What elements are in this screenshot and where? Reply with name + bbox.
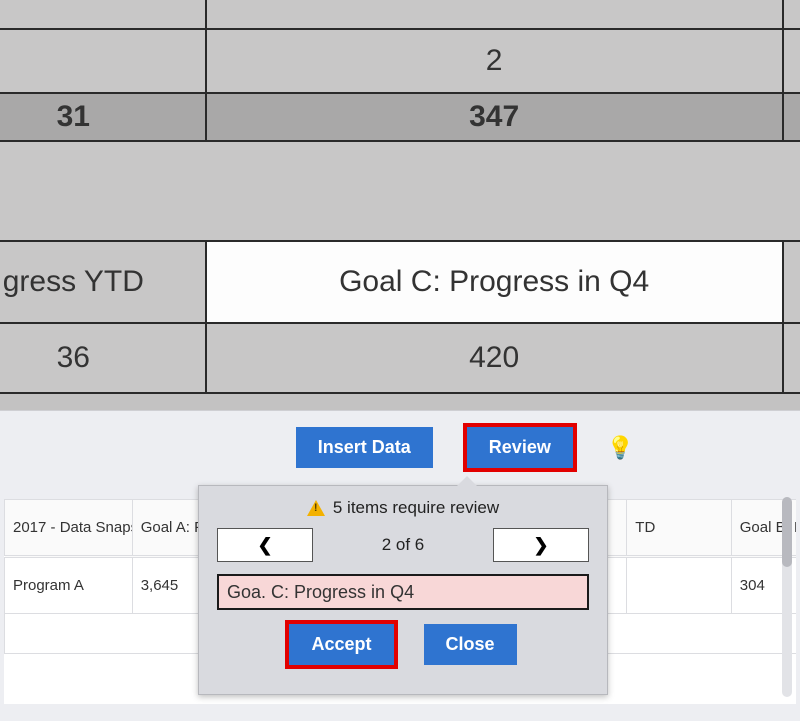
preview-header-c3: TD — [627, 500, 731, 556]
cell-data-c2: 420 — [206, 323, 783, 393]
review-warning-text: 5 items require review — [333, 498, 499, 518]
cell-r1c1 — [0, 0, 206, 29]
cell-data-c1: 36 — [0, 323, 206, 393]
insert-data-button[interactable]: Insert Data — [296, 427, 433, 468]
panel-toolbar: Insert Data Review 💡 — [0, 411, 800, 468]
scrollbar-thumb[interactable] — [782, 497, 792, 567]
insert-data-panel: Insert Data Review 💡 2017 - Data Snapsho… — [0, 410, 800, 721]
lightbulb-icon[interactable]: 💡 — [607, 435, 634, 461]
cell-r2c1 — [0, 29, 206, 93]
cell-sum-c3: 4,57 — [783, 93, 800, 141]
cell-hdr-c1: gress YTD — [0, 241, 206, 323]
cell-r1c3 — [783, 0, 800, 29]
cell-r1c2 — [206, 0, 783, 29]
cell-r2c2: 2 — [206, 29, 783, 93]
review-button[interactable]: Review — [467, 427, 573, 468]
next-item-button[interactable]: ❯ — [493, 528, 589, 562]
cell-sum-c1: 31 — [0, 93, 206, 141]
cell-data-c3: 3,1 — [783, 323, 800, 393]
zoomed-sheet-background: 2 36 31 347 4,57 gress YTD Goal C: Progr… — [0, 0, 800, 410]
review-counter: 2 of 6 — [382, 535, 425, 555]
cell-sum-c2: 347 — [206, 93, 783, 141]
review-popup: 5 items require review ❮ 2 of 6 ❯ Accept… — [198, 485, 608, 695]
cell-hdr-c3: Goal C — [783, 241, 800, 323]
preview-r1c3 — [627, 558, 731, 614]
preview-header-c0: 2017 - Data Snapshot — [5, 500, 133, 556]
prev-item-button[interactable]: ❮ — [217, 528, 313, 562]
panel-scrollbar[interactable] — [782, 497, 792, 697]
accept-button[interactable]: Accept — [289, 624, 393, 665]
zoomed-table: 2 36 31 347 4,57 gress YTD Goal C: Progr… — [0, 0, 800, 394]
cell-r2c3: 36 — [783, 29, 800, 93]
review-edit-field[interactable] — [217, 574, 589, 610]
preview-r1c0: Program A — [5, 558, 133, 614]
spacer-row — [0, 141, 800, 241]
close-button[interactable]: Close — [424, 624, 517, 665]
cell-hdr-c2-selected: Goal C: Progress in Q4 — [206, 241, 783, 323]
warning-icon — [307, 500, 325, 516]
